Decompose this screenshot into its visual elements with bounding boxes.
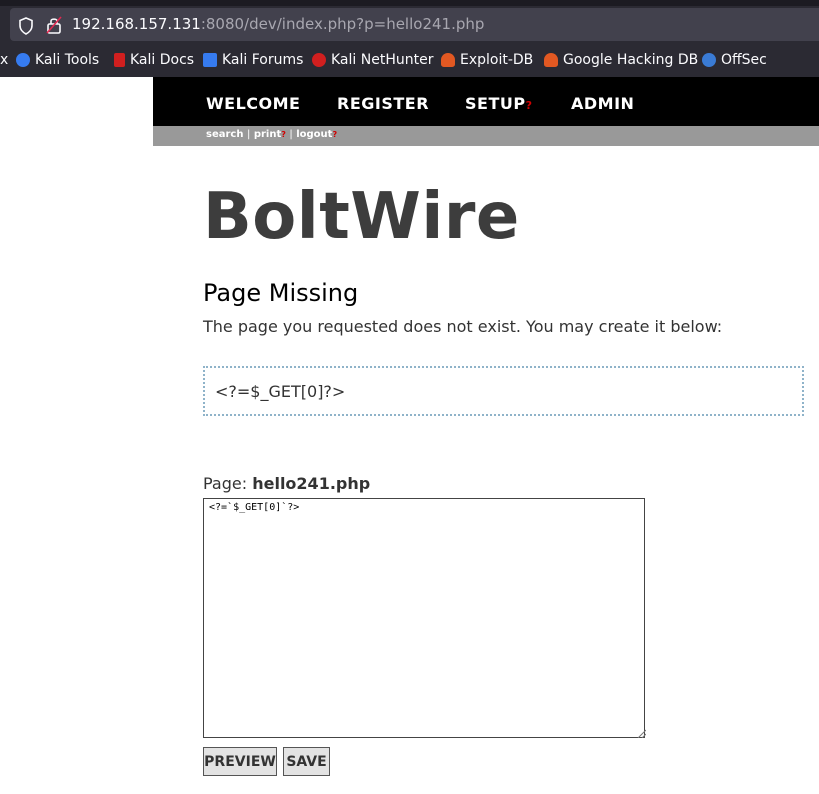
kali-tools-icon	[16, 53, 30, 67]
missing-page-marker: ?	[332, 130, 338, 139]
offsec-icon	[702, 53, 716, 67]
subnav-separator: |	[246, 129, 251, 140]
page-name-label: Page: hello241.php	[203, 474, 370, 493]
bookmark-label: Google Hacking DB	[563, 52, 699, 68]
main-nav: WELCOME REGISTER SETUP? ADMIN	[153, 77, 819, 126]
sub-nav: search | print? | logout?	[153, 126, 819, 146]
subnav-print-label: print	[253, 129, 282, 140]
bookmark-overflow[interactable]: x	[0, 52, 8, 68]
bookmark-kali-docs[interactable]: Kali Docs	[114, 52, 194, 68]
page-content-editor[interactable]: <?=`$_GET[0]`?>	[203, 498, 645, 738]
url-path: :8080/dev/index.php?p=hello241.php	[200, 15, 485, 33]
browser-toolbar: 192.168.157.131:8080/dev/index.php?p=hel…	[0, 0, 819, 45]
bookmark-kali-nethunter[interactable]: Kali NetHunter	[312, 52, 433, 68]
preview-button[interactable]: PREVIEW	[203, 747, 277, 776]
content-preview-box: <?=$_GET[0]?>	[203, 366, 804, 416]
nav-register[interactable]: REGISTER	[337, 94, 429, 113]
bookmark-google-hacking-db[interactable]: Google Hacking DB	[544, 52, 698, 68]
bookmark-label: Kali Forums	[222, 52, 304, 68]
ghdb-icon	[544, 53, 558, 67]
subnav-logout-link[interactable]: logout?	[296, 129, 337, 140]
subnav-search-link[interactable]: search	[206, 129, 243, 140]
subnav-separator: |	[289, 129, 293, 140]
subnav-print-link[interactable]: print?	[254, 129, 286, 140]
bookmark-label: Kali NetHunter	[331, 52, 434, 68]
bookmark-label: Exploit-DB	[460, 52, 534, 68]
page-intro: The page you requested does not exist. Y…	[203, 317, 723, 336]
exploit-db-icon	[441, 53, 455, 67]
bookmarks-toolbar: x Kali Tools Kali Docs Kali Forums Kali …	[0, 45, 819, 77]
nav-setup-label: SETUP	[465, 94, 526, 113]
bookmark-kali-forums[interactable]: Kali Forums	[203, 52, 303, 68]
kali-docs-icon	[114, 53, 125, 67]
nav-setup[interactable]: SETUP?	[465, 94, 532, 113]
page-label-prefix: Page:	[203, 474, 248, 493]
bookmark-label: Kali Tools	[35, 52, 100, 68]
url-host: 192.168.157.131	[72, 15, 201, 33]
kali-nethunter-icon	[312, 53, 326, 67]
resize-grip-icon[interactable]	[636, 728, 646, 738]
page-heading: Page Missing	[203, 279, 359, 307]
bookmark-kali-tools[interactable]: Kali Tools	[16, 52, 99, 68]
url-text[interactable]: 192.168.157.131:8080/dev/index.php?p=hel…	[72, 15, 484, 33]
site-title[interactable]: BoltWire	[203, 180, 520, 254]
missing-page-marker: ?	[525, 99, 533, 112]
bookmark-offsec[interactable]: OffSec	[702, 52, 767, 68]
page-name: hello241.php	[252, 474, 371, 493]
nav-admin[interactable]: ADMIN	[571, 94, 634, 113]
insecure-lock-icon[interactable]	[46, 16, 62, 34]
missing-page-marker: ?	[281, 130, 286, 139]
save-button[interactable]: SAVE	[283, 747, 330, 776]
bookmark-overflow-label: x	[0, 52, 9, 68]
subnav-logout-label: logout	[296, 129, 333, 140]
nav-welcome[interactable]: WELCOME	[206, 94, 300, 113]
bookmark-exploit-db[interactable]: Exploit-DB	[441, 52, 533, 68]
kali-forums-icon	[203, 53, 217, 67]
tracking-shield-icon[interactable]	[18, 17, 34, 35]
bookmark-label: OffSec	[721, 52, 767, 68]
tab-strip-edge	[0, 0, 819, 6]
preview-content: <?=$_GET[0]?>	[215, 382, 346, 401]
bookmark-label: Kali Docs	[130, 52, 195, 68]
